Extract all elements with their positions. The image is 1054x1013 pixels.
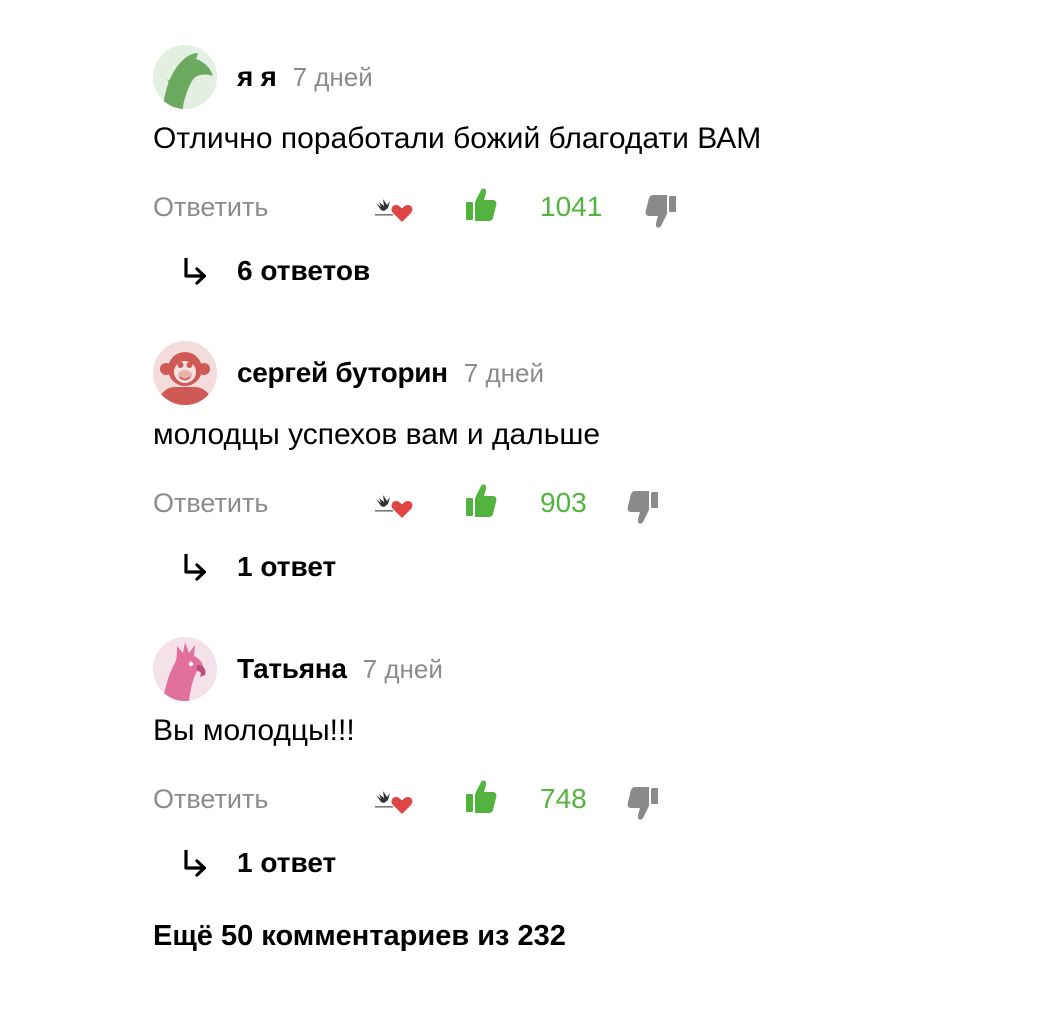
replies-count[interactable]: 6 ответов: [237, 255, 370, 287]
monkey-icon: [153, 341, 217, 405]
show-replies-button[interactable]: 1 ответ: [180, 843, 336, 883]
reply-button[interactable]: Ответить: [153, 781, 268, 817]
show-replies-button[interactable]: 1 ответ: [180, 547, 336, 587]
author-heart-badge-icon: [373, 489, 417, 519]
reply-button[interactable]: Ответить: [153, 485, 268, 521]
comment-actions: Ответить 748: [0, 779, 1054, 821]
like-button[interactable]: [465, 779, 497, 815]
thumbs-down-icon: [627, 787, 658, 820]
reply-button[interactable]: Ответить: [153, 189, 268, 225]
thumbs-down-icon: [627, 491, 658, 524]
comment: я я 7 дней Отлично поработали божий благ…: [0, 45, 1054, 341]
comment-text: Отлично поработали божий благодати ВАМ: [153, 122, 762, 155]
thumbs-down-icon: [645, 195, 676, 228]
dislike-button[interactable]: [627, 491, 659, 525]
comment-time[interactable]: 7 дней: [293, 62, 373, 93]
comment-header: я я 7 дней: [237, 61, 373, 93]
dislike-button[interactable]: [627, 787, 659, 821]
comment-text: Вы молодцы!!!: [153, 714, 355, 747]
load-more-comments-button[interactable]: Ещё 50 комментариев из 232: [153, 920, 566, 953]
comment-header: сергей буторин 7 дней: [237, 357, 544, 389]
comment-time[interactable]: 7 дней: [464, 358, 544, 389]
comment-header: Татьяна 7 дней: [237, 653, 443, 685]
comment: Татьяна 7 дней Вы молодцы!!! Ответить 74…: [0, 637, 1054, 933]
avatar[interactable]: [153, 637, 217, 701]
replies-count[interactable]: 1 ответ: [237, 551, 336, 583]
thumbs-up-icon: [466, 780, 497, 813]
like-button[interactable]: [465, 187, 497, 223]
reply-arrow-icon: [184, 258, 207, 285]
like-count: 1041: [540, 191, 603, 222]
author-heart-badge-icon: [373, 193, 417, 223]
comment: сергей буторин 7 дней молодцы успехов ва…: [0, 341, 1054, 637]
dislike-button[interactable]: [645, 195, 677, 229]
like-count: 903: [540, 487, 587, 518]
reply-arrow-icon: [184, 554, 207, 581]
thumbs-up-icon: [466, 484, 497, 517]
reply-arrow-icon: [184, 850, 207, 877]
dolphin-icon: [153, 45, 217, 109]
comment-actions: Ответить 1041: [0, 187, 1054, 229]
comment-text: молодцы успехов вам и дальше: [153, 418, 601, 451]
show-replies-button[interactable]: 6 ответов: [180, 251, 370, 291]
author-heart-badge-icon: [373, 785, 417, 815]
author-name[interactable]: Татьяна: [237, 653, 347, 685]
like-button[interactable]: [465, 483, 497, 519]
replies-count[interactable]: 1 ответ: [237, 847, 336, 879]
parrot-icon: [153, 637, 217, 701]
author-name[interactable]: я я: [237, 61, 277, 93]
author-name[interactable]: сергей буторин: [237, 357, 448, 389]
avatar[interactable]: [153, 45, 217, 109]
comment-actions: Ответить 903: [0, 483, 1054, 525]
like-count: 748: [540, 783, 587, 814]
avatar[interactable]: [153, 341, 217, 405]
thumbs-up-icon: [466, 188, 497, 221]
comment-time[interactable]: 7 дней: [363, 654, 443, 685]
